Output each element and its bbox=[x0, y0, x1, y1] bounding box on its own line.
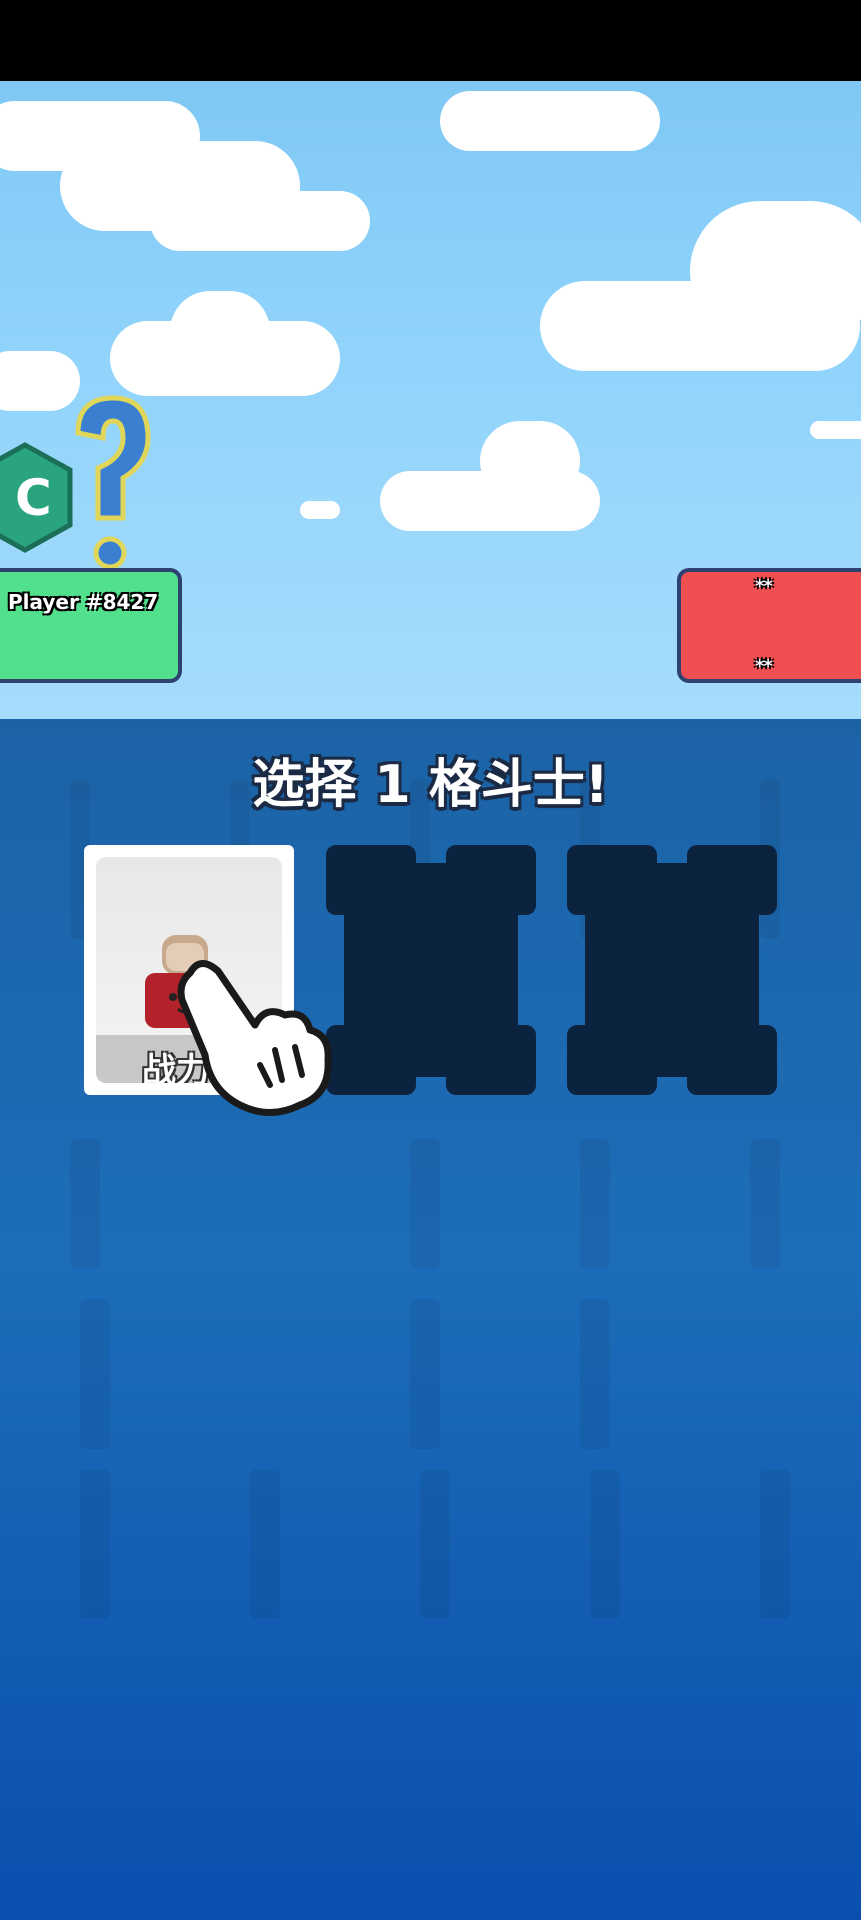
rank-letter: C bbox=[15, 469, 52, 527]
player-card: Player #8427 bbox=[0, 568, 182, 683]
pointing-hand-icon bbox=[177, 960, 332, 1116]
question-mark-icon bbox=[75, 395, 151, 570]
opponent-hidden-bottom: ** bbox=[755, 656, 773, 677]
select-fighter-title: 选择 1 格斗士! bbox=[252, 755, 609, 815]
opponent-card: ** ** bbox=[677, 568, 861, 683]
fighter-slot-3[interactable] bbox=[567, 845, 777, 1095]
fighter-slot-2[interactable] bbox=[326, 845, 536, 1095]
player-name: Player #8427 bbox=[8, 590, 159, 614]
status-bar bbox=[0, 0, 861, 81]
opponent-hidden-top: ** bbox=[755, 576, 773, 597]
